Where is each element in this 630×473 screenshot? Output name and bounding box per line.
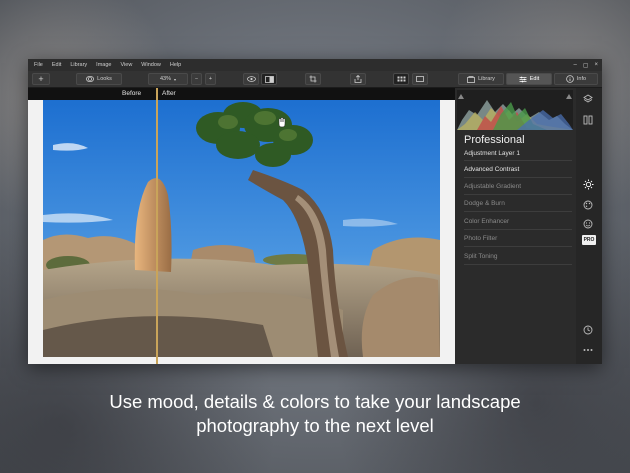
panel-title: Professional [464, 134, 525, 146]
hand-cursor-icon [278, 117, 286, 128]
split-view-icon [264, 75, 274, 83]
minimize-button[interactable]: – [573, 62, 576, 68]
tab-library[interactable]: Library [458, 73, 504, 85]
image-canvas[interactable] [28, 100, 455, 364]
looks-button[interactable]: Looks [76, 73, 122, 85]
eye-icon [246, 76, 256, 82]
zoom-in-button[interactable]: + [205, 73, 216, 85]
info-tab-label: Info [576, 76, 587, 82]
chevron-down-icon: ▾ [174, 76, 177, 82]
grid-view-button[interactable] [393, 73, 409, 85]
divider [464, 229, 572, 230]
compare-header: Before After [28, 88, 455, 100]
plus-icon: + [208, 76, 213, 82]
divider [464, 194, 572, 195]
menu-library[interactable]: Library [70, 62, 87, 68]
zoom-out-button[interactable]: − [191, 73, 202, 85]
info-icon [566, 75, 574, 83]
single-view-button[interactable] [412, 73, 428, 85]
panel-side-toolbar: PRO [576, 88, 602, 364]
window-controls: – ▢ × [573, 59, 598, 71]
divider [464, 246, 572, 247]
smiley-icon[interactable] [582, 218, 594, 230]
palette-icon[interactable] [582, 199, 594, 211]
menu-image[interactable]: Image [96, 62, 111, 68]
edit-tab-label: Edit [529, 76, 540, 82]
filter-color-enhancer[interactable]: Color Enhancer [464, 218, 509, 225]
filter-dodge-burn[interactable]: Dodge & Burn [464, 200, 505, 207]
maximize-button[interactable]: ▢ [583, 62, 589, 69]
menu-window[interactable]: Window [141, 62, 161, 68]
sun-icon[interactable] [582, 178, 594, 190]
divider [464, 264, 572, 265]
before-label: Before [122, 90, 142, 97]
adjustments-panel: Professional Adjustment Layer 1 Advanced… [455, 88, 602, 364]
looks-icon [86, 76, 95, 82]
close-button[interactable]: × [594, 62, 598, 68]
grid-icon [397, 76, 405, 82]
zoom-value: 43% [159, 76, 171, 82]
caption-line-1: Use mood, details & colors to take your … [109, 391, 521, 412]
zoom-select[interactable]: 43% ▾ [148, 73, 188, 85]
plus-icon: + [38, 74, 44, 84]
tab-edit[interactable]: Edit [506, 73, 552, 85]
layers-icon[interactable] [582, 93, 594, 105]
more-options-icon[interactable] [582, 344, 594, 356]
tab-info[interactable]: Info [554, 73, 598, 85]
photo-illustration [43, 100, 440, 357]
compare-panels-icon[interactable] [582, 114, 594, 126]
preview-eye-button[interactable] [243, 73, 259, 85]
compare-toggle-button[interactable] [261, 73, 277, 85]
after-label: After [162, 90, 176, 97]
app-window: File Edit Library Image View Window Help… [28, 59, 602, 364]
divider [464, 177, 572, 178]
landscape-photo [43, 100, 440, 357]
library-tab-label: Library [478, 76, 495, 82]
divider [464, 160, 572, 161]
history-clock-icon[interactable] [582, 324, 594, 336]
compare-divider-handle[interactable] [156, 88, 158, 364]
histogram [457, 90, 573, 130]
filter-photo-filter[interactable]: Photo Filter [464, 235, 497, 242]
minus-icon: − [194, 76, 199, 82]
caption-line-2: photography to the next level [196, 415, 434, 436]
toolbar: + Looks 43% ▾ − + Library Edit Info [28, 71, 602, 88]
filter-split-toning[interactable]: Split Toning [464, 253, 498, 260]
add-button[interactable]: + [32, 73, 50, 85]
menu-help[interactable]: Help [170, 62, 181, 68]
library-icon [467, 75, 475, 83]
single-view-icon [416, 76, 424, 82]
share-icon [354, 75, 362, 83]
sliders-icon [519, 76, 527, 82]
crop-icon [309, 75, 317, 83]
adjustment-layer-name[interactable]: Adjustment Layer 1 [464, 150, 520, 157]
divider [464, 211, 572, 212]
menu-file[interactable]: File [34, 62, 43, 68]
menu-view[interactable]: View [120, 62, 132, 68]
menu-bar: File Edit Library Image View Window Help… [28, 59, 602, 71]
share-button[interactable] [350, 73, 366, 85]
looks-label: Looks [97, 76, 112, 82]
filter-advanced-contrast[interactable]: Advanced Contrast [464, 166, 519, 173]
pro-badge[interactable]: PRO [582, 235, 596, 245]
filter-adjustable-gradient[interactable]: Adjustable Gradient [464, 183, 521, 190]
promo-caption: Use mood, details & colors to take your … [0, 390, 630, 438]
crop-button[interactable] [305, 73, 321, 85]
menu-edit[interactable]: Edit [52, 62, 61, 68]
